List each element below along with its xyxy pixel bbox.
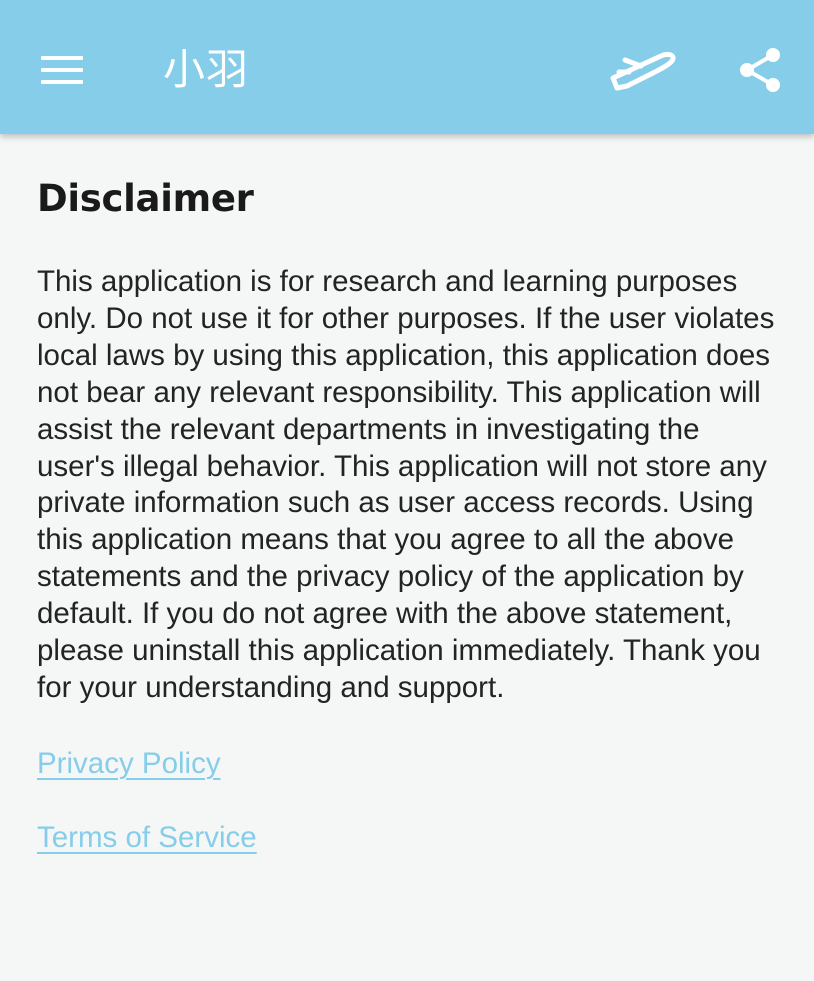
share-button[interactable] [728, 38, 792, 102]
privacy-policy-link[interactable]: Privacy Policy [37, 744, 782, 784]
menu-icon [41, 56, 83, 84]
terms-of-service-link[interactable]: Terms of Service [37, 818, 782, 858]
disclaimer-text: This application is for research and lea… [37, 265, 775, 704]
share-icon [740, 48, 780, 92]
send-button[interactable] [602, 36, 682, 102]
app-bar: 小羽 [0, 0, 814, 134]
menu-button[interactable] [30, 38, 94, 102]
page-title: Disclaimer [37, 177, 254, 220]
paper-plane-icon [610, 51, 676, 91]
app-title: 小羽 [163, 45, 250, 94]
disclaimer-content: Disclaimer This application is for resea… [37, 170, 782, 858]
